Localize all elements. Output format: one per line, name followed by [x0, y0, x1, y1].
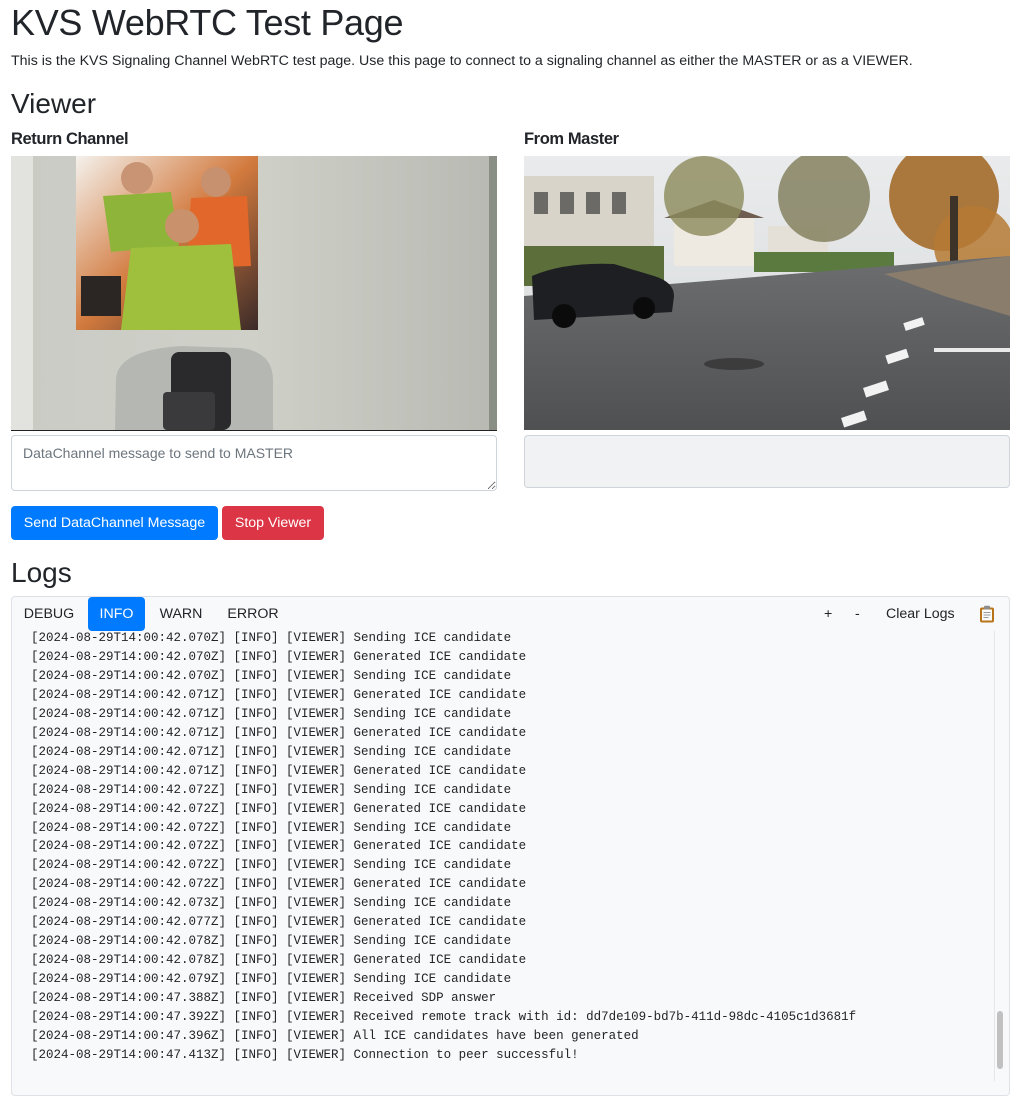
log-line: [2024-08-29T14:00:42.071Z] [INFO] [VIEWE…: [31, 744, 512, 759]
tab-warn[interactable]: WARN: [148, 597, 214, 631]
log-line: [2024-08-29T14:00:42.072Z] [INFO] [VIEWE…: [31, 820, 512, 835]
local-video-frame: [11, 156, 497, 430]
log-line: [2024-08-29T14:00:42.072Z] [INFO] [VIEWE…: [31, 801, 527, 816]
tab-debug[interactable]: DEBUG: [13, 597, 85, 631]
page-intro: This is the KVS Signaling Channel WebRTC…: [11, 53, 913, 69]
page-title: KVS WebRTC Test Page: [11, 2, 404, 43]
log-line: [2024-08-29T14:00:42.071Z] [INFO] [VIEWE…: [31, 725, 527, 740]
from-master-label: From Master: [524, 130, 619, 148]
log-line: [2024-08-29T14:00:47.388Z] [INFO] [VIEWE…: [31, 991, 497, 1006]
log-line: [2024-08-29T14:00:42.070Z] [INFO] [VIEWE…: [31, 649, 527, 664]
log-line: [2024-08-29T14:00:47.392Z] [INFO] [VIEWE…: [31, 1010, 857, 1025]
datachannel-received-box: [524, 435, 1010, 488]
log-line: [2024-08-29T14:00:42.072Z] [INFO] [VIEWE…: [31, 858, 512, 873]
logs-panel: DEBUG INFO WARN ERROR + - Clear Logs [20…: [11, 596, 1010, 1096]
log-line: [2024-08-29T14:00:42.072Z] [INFO] [VIEWE…: [31, 839, 527, 854]
log-scrollbar[interactable]: [994, 631, 1005, 1081]
log-line: [2024-08-29T14:00:47.413Z] [INFO] [VIEWE…: [31, 1047, 579, 1062]
local-video: [11, 156, 497, 431]
stop-viewer-button[interactable]: Stop Viewer: [222, 506, 324, 540]
log-line: [2024-08-29T14:00:42.070Z] [INFO] [VIEWE…: [31, 631, 512, 645]
remote-video-frame: [524, 156, 1010, 430]
log-line: [2024-08-29T14:00:42.071Z] [INFO] [VIEWE…: [31, 687, 527, 702]
log-line: [2024-08-29T14:00:42.077Z] [INFO] [VIEWE…: [31, 915, 527, 930]
send-datachannel-button[interactable]: Send DataChannel Message: [11, 506, 218, 540]
datachannel-message-input[interactable]: [11, 435, 497, 491]
log-line: [2024-08-29T14:00:42.072Z] [INFO] [VIEWE…: [31, 782, 512, 797]
clear-logs-button[interactable]: Clear Logs: [886, 597, 955, 631]
tab-info[interactable]: INFO: [88, 597, 145, 631]
return-channel-label: Return Channel: [11, 130, 129, 148]
log-line: [2024-08-29T14:00:47.396Z] [INFO] [VIEWE…: [31, 1029, 639, 1044]
log-line: [2024-08-29T14:00:42.078Z] [INFO] [VIEWE…: [31, 934, 512, 949]
tab-error[interactable]: ERROR: [218, 597, 288, 631]
log-line: [2024-08-29T14:00:42.079Z] [INFO] [VIEWE…: [31, 972, 512, 987]
zoom-in-button[interactable]: +: [824, 597, 832, 631]
viewer-heading: Viewer: [11, 88, 97, 119]
clipboard-icon-graphic: [980, 605, 994, 623]
log-output: [2024-08-29T14:00:42.070Z] [INFO] [VIEWE…: [31, 629, 989, 1095]
zoom-out-button[interactable]: -: [855, 597, 860, 631]
log-line: [2024-08-29T14:00:42.071Z] [INFO] [VIEWE…: [31, 763, 527, 778]
log-line: [2024-08-29T14:00:42.078Z] [INFO] [VIEWE…: [31, 953, 527, 968]
log-line: [2024-08-29T14:00:42.073Z] [INFO] [VIEWE…: [31, 896, 512, 911]
remote-video: [524, 156, 1010, 430]
page: KVS WebRTC Test Page This is the KVS Sig…: [0, 0, 1019, 1105]
log-line: [2024-08-29T14:00:42.070Z] [INFO] [VIEWE…: [31, 668, 512, 683]
logs-heading: Logs: [11, 557, 72, 588]
log-line: [2024-08-29T14:00:42.071Z] [INFO] [VIEWE…: [31, 706, 512, 721]
clipboard-icon[interactable]: [978, 605, 996, 623]
log-scrollbar-thumb[interactable]: [997, 1011, 1003, 1069]
log-line: [2024-08-29T14:00:42.072Z] [INFO] [VIEWE…: [31, 877, 527, 892]
